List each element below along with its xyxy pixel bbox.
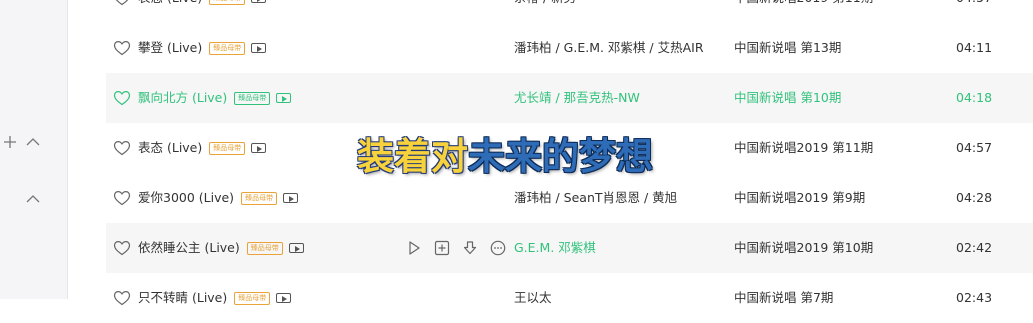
song-album[interactable]: 中国新说唱 第13期 [734,23,949,73]
song-title[interactable]: 攀登 (Live) [138,23,202,73]
song-row[interactable]: 攀登 (Live) 臻品母带 潘玮柏 / G.E.M. 邓紫棋 / 艾热AIR 中… [106,23,1033,73]
song-duration: 02:42 [956,240,993,255]
mv-icon[interactable] [251,43,267,53]
song-row[interactable]: 表态 (Live) 臻品母带 杂椿 / 新男 中国新说唱2019 第11期 04:… [106,0,1033,23]
mv-icon[interactable] [276,293,292,303]
quality-badge: 臻品母带 [209,141,246,155]
heart-icon[interactable] [113,39,131,57]
song-album[interactable]: 中国新说唱2019 第11期 [734,123,949,173]
mv-icon[interactable] [251,143,267,153]
song-row-hovered[interactable]: 依然睡公主 (Live) 臻品母带 G.E.M. 邓紫棋 中国新说唱2019 第1… [106,223,1033,273]
song-duration: 04:28 [956,190,993,205]
song-duration: 04:57 [956,0,1016,23]
download-icon[interactable] [459,238,481,258]
song-duration: 02:43 [956,290,993,305]
song-album[interactable]: 中国新说唱 第10期 [734,73,949,123]
quality-badge: 臻品母带 [246,241,283,255]
song-album[interactable]: 中国新说唱2019 第11期 [734,0,949,23]
heart-icon[interactable] [113,239,131,257]
song-artist[interactable]: 杂椿 / 新男 [514,0,729,23]
song-artist[interactable]: 王以太 [514,273,729,323]
play-icon[interactable] [403,238,425,258]
song-title[interactable]: 飘向北方 (Live) [138,73,227,123]
mv-icon[interactable] [288,243,304,253]
heart-icon[interactable] [113,0,131,7]
quality-badge: 臻品母带 [234,291,271,305]
song-title[interactable]: 爱你3000 (Live) [138,173,234,223]
song-album[interactable]: 中国新说唱2019 第10期 [734,223,949,273]
lyric-sung-part: 装着对 [357,135,468,178]
song-title[interactable]: 表态 (Live) [138,123,202,173]
sidebar [0,0,68,299]
quality-badge: 臻品母带 [209,0,246,5]
heart-icon[interactable] [113,139,131,157]
lyric-unsung-part: 未来的梦想 [468,135,653,178]
plus-icon[interactable] [0,132,20,152]
heart-icon[interactable] [113,289,131,307]
quality-badge: 臻品母带 [209,41,246,55]
song-album[interactable]: 中国新说唱 第7期 [734,273,949,323]
more-icon[interactable] [487,238,509,258]
chevron-up-icon[interactable] [23,189,43,209]
desktop-lyric[interactable]: 装着对未来的梦想 [357,133,653,181]
heart-icon[interactable] [113,89,131,107]
chevron-up-icon[interactable] [23,132,43,152]
quality-badge: 臻品母带 [234,91,271,105]
song-title[interactable]: 表态 (Live) [138,0,202,23]
song-row-playing[interactable]: 飘向北方 (Live) 臻品母带 尤长靖 / 那吾克热-NW 中国新说唱 第10期… [106,73,1033,123]
song-album[interactable]: 中国新说唱2019 第9期 [734,173,949,223]
song-artist[interactable]: 尤长靖 / 那吾克热-NW [514,73,729,123]
mv-icon[interactable] [251,0,267,3]
song-row[interactable]: 只不转睛 (Live) 臻品母带 王以太 中国新说唱 第7期 02:43 [106,273,1033,323]
song-artist[interactable]: G.E.M. 邓紫棋 [514,223,729,273]
song-artist[interactable]: 潘玮柏 / G.E.M. 邓紫棋 / 艾热AIR [514,23,729,73]
heart-icon[interactable] [113,189,131,207]
song-title[interactable]: 依然睡公主 (Live) [138,223,240,273]
row-actions [403,238,509,258]
mv-icon[interactable] [276,93,292,103]
song-title[interactable]: 只不转睛 (Live) [138,273,227,323]
song-duration: 04:57 [956,140,993,155]
mv-icon[interactable] [283,193,299,203]
song-duration: 04:11 [956,40,993,55]
quality-badge: 臻品母带 [241,191,278,205]
song-duration: 04:18 [956,90,993,105]
add-icon[interactable] [431,238,453,258]
